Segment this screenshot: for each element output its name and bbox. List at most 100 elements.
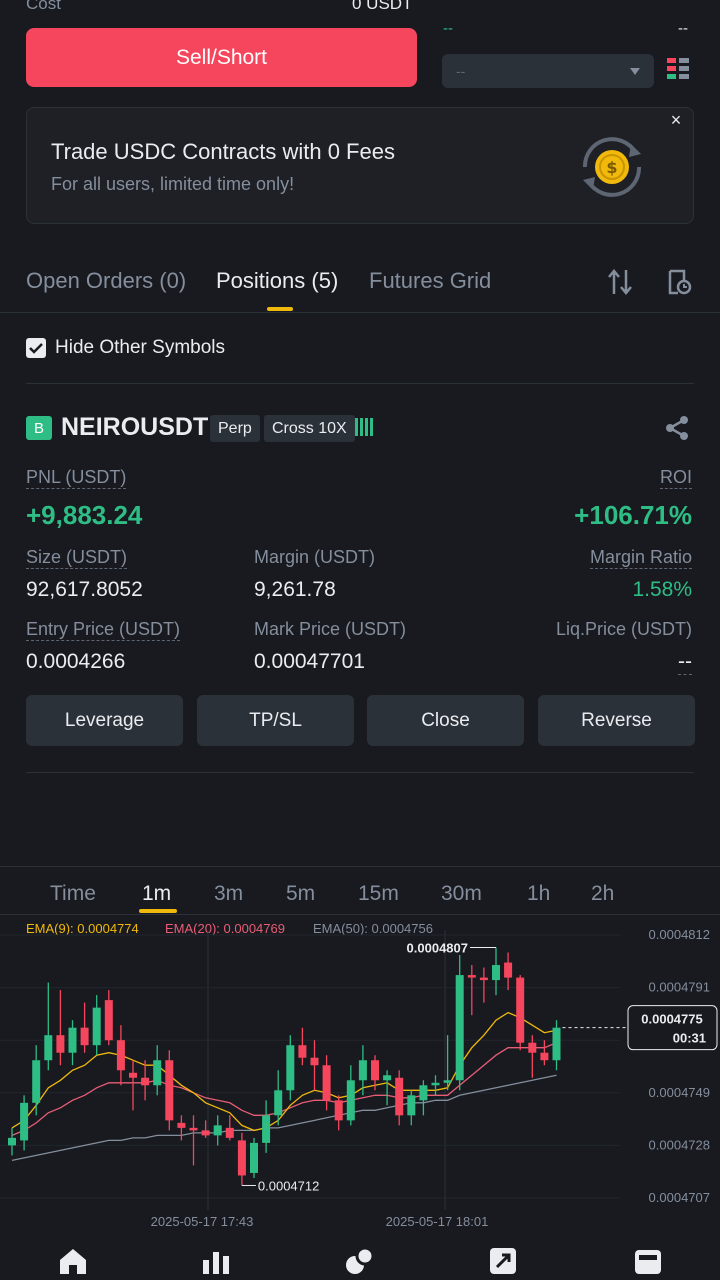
candle-body (237, 1140, 246, 1176)
candle-body (395, 1077, 404, 1116)
candle-body (201, 1130, 210, 1136)
promo-subtitle: For all users, limited time only! (51, 174, 295, 194)
candle-body (92, 1007, 101, 1046)
timeframe-1h[interactable]: 1h (527, 882, 550, 906)
candle-body (455, 975, 464, 1081)
candle-body (443, 1080, 452, 1083)
candle-body (129, 1072, 137, 1078)
candle-body (467, 975, 476, 978)
close-icon[interactable]: × (665, 110, 687, 132)
candle-body (141, 1077, 150, 1086)
price-placeholder: -- (443, 20, 453, 37)
candle-body (250, 1142, 258, 1173)
candle-countdown-label: 00:31 (673, 1031, 706, 1046)
order-book-depth-icon[interactable] (667, 58, 689, 82)
close-position-button[interactable]: Close (367, 695, 524, 746)
svg-text:$: $ (606, 158, 617, 177)
candle-body (153, 1060, 162, 1086)
y-tick-label: 0.0004791 (649, 980, 710, 995)
roi-label: ROI (659, 467, 692, 489)
caret-down-icon (630, 67, 640, 75)
candle-body (492, 965, 500, 981)
tp-sl-button[interactable]: TP/SL (197, 695, 354, 746)
candle-body (407, 1095, 416, 1116)
candle-body (80, 1027, 89, 1046)
candle-body (286, 1045, 295, 1091)
candle-body (298, 1045, 307, 1058)
candle-body (516, 977, 525, 1043)
candle-body (479, 977, 488, 981)
candle-body (371, 1060, 379, 1081)
order-history-icon[interactable] (666, 268, 692, 296)
low-price-label: 0.0004712 (258, 1178, 319, 1193)
active-tab-indicator (267, 307, 293, 311)
order-book-select[interactable]: -- (442, 54, 654, 88)
candle-body (334, 1100, 343, 1121)
size-label: Size (USDT) (26, 547, 128, 569)
current-price-label: 0.0004775 (641, 1012, 702, 1027)
cost-value: 0 USDT (352, 0, 413, 13)
order-book-select-value: -- (456, 63, 466, 79)
trade-icon[interactable] (344, 1246, 374, 1276)
mark-price-value: 0.00047701 (254, 650, 365, 673)
timeframe-5m[interactable]: 5m (286, 882, 315, 906)
timeframe-2h[interactable]: 2h (591, 882, 614, 906)
candle-body (322, 1065, 331, 1101)
futures-icon[interactable] (488, 1246, 518, 1276)
tab-positions[interactable]: Positions (5) (216, 268, 338, 294)
timeframe-1m[interactable]: 1m (142, 882, 171, 906)
size-value: 92,617.8052 (26, 578, 143, 601)
candle-body (358, 1060, 367, 1081)
y-tick-label: 0.0004728 (649, 1137, 710, 1152)
candle-body (274, 1090, 283, 1116)
ema50-line (11, 1074, 557, 1162)
candle-body (346, 1080, 355, 1121)
risk-level-icon (355, 418, 377, 438)
check-icon (29, 343, 43, 354)
liq-price-label: Liq.Price (USDT) (555, 619, 692, 639)
side-badge: B (26, 416, 52, 440)
roi-value: +106.71% (574, 500, 692, 530)
x-tick-label: 2025-05-17 18:01 (386, 1214, 489, 1229)
margin-mode-chip[interactable]: Cross 10X (264, 415, 355, 442)
card-divider (26, 772, 694, 773)
candle-body (528, 1042, 537, 1053)
tab-futures-grid[interactable]: Futures Grid (369, 268, 491, 294)
candle-body (32, 1060, 41, 1103)
y-tick-label: 0.0004812 (649, 927, 710, 942)
ema20-line (11, 1042, 557, 1137)
hide-other-symbols-checkbox[interactable] (26, 338, 46, 358)
timeframe-30m[interactable]: 30m (441, 882, 482, 906)
tabs-divider (0, 312, 720, 313)
tab-open-orders[interactable]: Open Orders (0) (26, 268, 186, 294)
leverage-button[interactable]: Leverage (26, 695, 183, 746)
entry-price-value: 0.0004266 (26, 650, 126, 673)
coin-exchange-icon: $ (582, 137, 642, 197)
promo-title: Trade USDC Contracts with 0 Fees (51, 139, 395, 164)
markets-icon[interactable] (201, 1246, 231, 1276)
mark-price-label: Mark Price (USDT) (254, 619, 406, 639)
price-placeholder-right: -- (678, 20, 688, 37)
wallet-icon[interactable] (633, 1246, 663, 1276)
timeframe-3m[interactable]: 3m (214, 882, 243, 906)
filter-divider (26, 383, 694, 384)
entry-price-label: Entry Price (USDT) (26, 619, 181, 641)
candle-body (189, 1127, 198, 1131)
hide-other-symbols-label[interactable]: Hide Other Symbols (55, 337, 225, 359)
home-icon[interactable] (58, 1246, 88, 1276)
candle-body (540, 1052, 549, 1061)
sell-short-button[interactable]: Sell/Short (26, 28, 417, 87)
timeframe-time[interactable]: Time (50, 882, 96, 906)
candle-body (177, 1122, 186, 1128)
candle-body (504, 962, 513, 978)
promo-banner[interactable]: Trade USDC Contracts with 0 Fees For all… (26, 107, 694, 224)
timeframe-15m[interactable]: 15m (358, 882, 399, 906)
sort-icon[interactable] (607, 268, 633, 296)
reverse-position-button[interactable]: Reverse (538, 695, 695, 746)
candle-body (383, 1075, 392, 1081)
price-chart[interactable]: 0.00048120.00047910.00047700.00047490.00… (0, 910, 720, 1240)
share-icon[interactable] (664, 414, 690, 442)
margin-ratio-label: Margin Ratio (589, 547, 692, 569)
position-symbol[interactable]: NEIROUSDT (61, 413, 208, 442)
high-price-label: 0.0004807 (407, 941, 468, 956)
